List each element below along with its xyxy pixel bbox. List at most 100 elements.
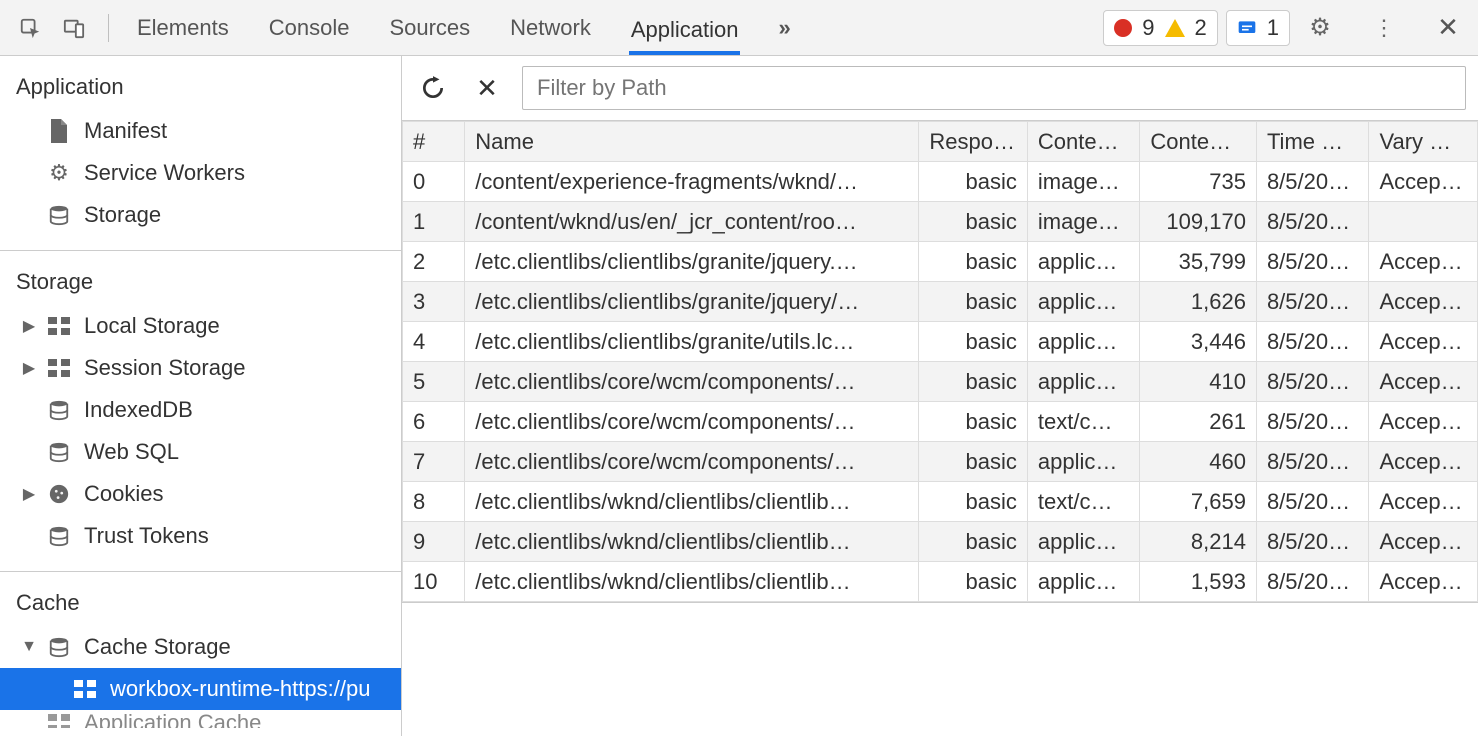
tab-elements[interactable]: Elements xyxy=(135,3,231,53)
tab-application[interactable]: Application xyxy=(629,1,741,55)
col-time-cached[interactable]: Time … xyxy=(1256,122,1369,162)
sidebar-item-cache-storage[interactable]: ▼ Cache Storage xyxy=(0,626,401,668)
cookie-icon xyxy=(46,481,72,507)
cell-response-type: basic xyxy=(919,482,1028,522)
sidebar-item-label: Service Workers xyxy=(84,160,245,186)
table-row[interactable]: 4/etc.clientlibs/clientlibs/granite/util… xyxy=(403,322,1478,362)
cell-index: 1 xyxy=(403,202,465,242)
cell-time-cached: 8/5/20… xyxy=(1256,362,1369,402)
warning-icon xyxy=(1165,19,1185,37)
cell-content-type: applic… xyxy=(1027,562,1140,602)
inspect-element-button[interactable] xyxy=(8,6,52,50)
cell-index: 7 xyxy=(403,442,465,482)
cell-time-cached: 8/5/20… xyxy=(1256,242,1369,282)
cell-content-length: 7,659 xyxy=(1140,482,1257,522)
clear-button[interactable]: ✕ xyxy=(468,69,506,107)
section-title: Storage xyxy=(0,263,401,305)
errors-warnings-counter[interactable]: 9 2 xyxy=(1103,10,1218,46)
sidebar-item-label: Cookies xyxy=(84,481,163,507)
sidebar-item-label: Session Storage xyxy=(84,355,245,381)
table-row[interactable]: 7/etc.clientlibs/core/wcm/components/…ba… xyxy=(403,442,1478,482)
table-row[interactable]: 5/etc.clientlibs/core/wcm/components/…ba… xyxy=(403,362,1478,402)
cache-filter-bar: ✕ xyxy=(402,56,1478,121)
database-icon xyxy=(46,634,72,660)
sidebar-item-label: Trust Tokens xyxy=(84,523,209,549)
tab-network[interactable]: Network xyxy=(508,3,593,53)
table-row[interactable]: 1/content/wknd/us/en/_jcr_content/roo…ba… xyxy=(403,202,1478,242)
cell-vary-header: Accep… xyxy=(1369,522,1478,562)
refresh-button[interactable] xyxy=(414,69,452,107)
table-header-row: # Name Respo… Conte… Conte… Time … Vary … xyxy=(403,122,1478,162)
table-row[interactable]: 8/etc.clientlibs/wknd/clientlibs/clientl… xyxy=(403,482,1478,522)
close-devtools-button[interactable]: ✕ xyxy=(1426,6,1470,50)
inspect-icon xyxy=(19,17,41,39)
settings-button[interactable]: ⚙ xyxy=(1298,6,1342,50)
caret-right-icon: ▶ xyxy=(22,358,36,378)
table-row[interactable]: 3/etc.clientlibs/clientlibs/granite/jque… xyxy=(403,282,1478,322)
sidebar-item-label: Local Storage xyxy=(84,313,220,339)
cell-vary-header: Accep… xyxy=(1369,162,1478,202)
cell-content-length: 109,170 xyxy=(1140,202,1257,242)
tab-sources[interactable]: Sources xyxy=(387,3,472,53)
tab-console[interactable]: Console xyxy=(267,3,352,53)
cell-content-type: image… xyxy=(1027,202,1140,242)
table-row[interactable]: 10/etc.clientlibs/wknd/clientlibs/client… xyxy=(403,562,1478,602)
cell-name: /etc.clientlibs/core/wcm/components/… xyxy=(465,362,919,402)
devtools-tabs: Elements Console Sources Network Applica… xyxy=(135,1,793,55)
error-icon xyxy=(1114,19,1132,37)
col-response-type[interactable]: Respo… xyxy=(919,122,1028,162)
cell-response-type: basic xyxy=(919,442,1028,482)
sidebar-item-label: workbox-runtime-https://pu xyxy=(110,676,370,702)
issues-counter[interactable]: 1 xyxy=(1226,10,1290,46)
sidebar-item-label: IndexedDB xyxy=(84,397,193,423)
cell-content-type: applic… xyxy=(1027,322,1140,362)
table-row[interactable]: 2/etc.clientlibs/clientlibs/granite/jque… xyxy=(403,242,1478,282)
sidebar-item-trust-tokens[interactable]: Trust Tokens xyxy=(0,515,401,557)
cell-content-length: 3,446 xyxy=(1140,322,1257,362)
col-content-type[interactable]: Conte… xyxy=(1027,122,1140,162)
more-tabs-button[interactable]: » xyxy=(776,3,792,53)
cell-time-cached: 8/5/20… xyxy=(1256,482,1369,522)
sidebar-item-cookies[interactable]: ▶ Cookies xyxy=(0,473,401,515)
sidebar-item-application-cache[interactable]: Application Cache xyxy=(0,710,401,728)
sidebar-item-label: Cache Storage xyxy=(84,634,231,660)
col-name[interactable]: Name xyxy=(465,122,919,162)
devtools-toolbar: Elements Console Sources Network Applica… xyxy=(0,0,1478,56)
table-row[interactable]: 6/etc.clientlibs/core/wcm/components/…ba… xyxy=(403,402,1478,442)
sidebar-section-storage: Storage ▶ Local Storage ▶ Session Storag… xyxy=(0,251,401,572)
close-icon: ✕ xyxy=(1437,12,1459,43)
col-content-length[interactable]: Conte… xyxy=(1140,122,1257,162)
col-index[interactable]: # xyxy=(403,122,465,162)
device-toolbar-button[interactable] xyxy=(52,6,96,50)
table-row[interactable]: 0/content/experience-fragments/wknd/…bas… xyxy=(403,162,1478,202)
cell-response-type: basic xyxy=(919,162,1028,202)
caret-down-icon: ▼ xyxy=(22,638,36,656)
sidebar-item-service-workers[interactable]: ⚙ Service Workers xyxy=(0,152,401,194)
database-icon xyxy=(46,397,72,423)
cell-name: /content/experience-fragments/wknd/… xyxy=(465,162,919,202)
cell-content-length: 261 xyxy=(1140,402,1257,442)
cell-content-length: 1,593 xyxy=(1140,562,1257,602)
filter-by-path-input[interactable] xyxy=(522,66,1466,110)
table-row[interactable]: 9/etc.clientlibs/wknd/clientlibs/clientl… xyxy=(403,522,1478,562)
preview-panel xyxy=(402,602,1478,736)
cell-time-cached: 8/5/20… xyxy=(1256,162,1369,202)
cell-vary-header: Accep… xyxy=(1369,442,1478,482)
sidebar-item-session-storage[interactable]: ▶ Session Storage xyxy=(0,347,401,389)
file-icon xyxy=(46,118,72,144)
col-vary-header[interactable]: Vary H… xyxy=(1369,122,1478,162)
sidebar-item-indexeddb[interactable]: IndexedDB xyxy=(0,389,401,431)
cell-vary-header: Accep… xyxy=(1369,282,1478,322)
caret-right-icon: ▶ xyxy=(22,484,36,504)
sidebar-item-cache-entry[interactable]: workbox-runtime-https://pu xyxy=(0,668,401,710)
database-icon xyxy=(46,202,72,228)
sidebar-item-local-storage[interactable]: ▶ Local Storage xyxy=(0,305,401,347)
cell-content-type: applic… xyxy=(1027,442,1140,482)
more-options-button[interactable]: ⋮ xyxy=(1362,6,1406,50)
sidebar-item-storage[interactable]: Storage xyxy=(0,194,401,236)
sidebar-item-manifest[interactable]: Manifest xyxy=(0,110,401,152)
status-counters: 9 2 1 xyxy=(1103,10,1290,46)
sidebar-item-websql[interactable]: Web SQL xyxy=(0,431,401,473)
cell-time-cached: 8/5/20… xyxy=(1256,562,1369,602)
sidebar-section-cache: Cache ▼ Cache Storage workbox-runtime-ht… xyxy=(0,572,401,736)
